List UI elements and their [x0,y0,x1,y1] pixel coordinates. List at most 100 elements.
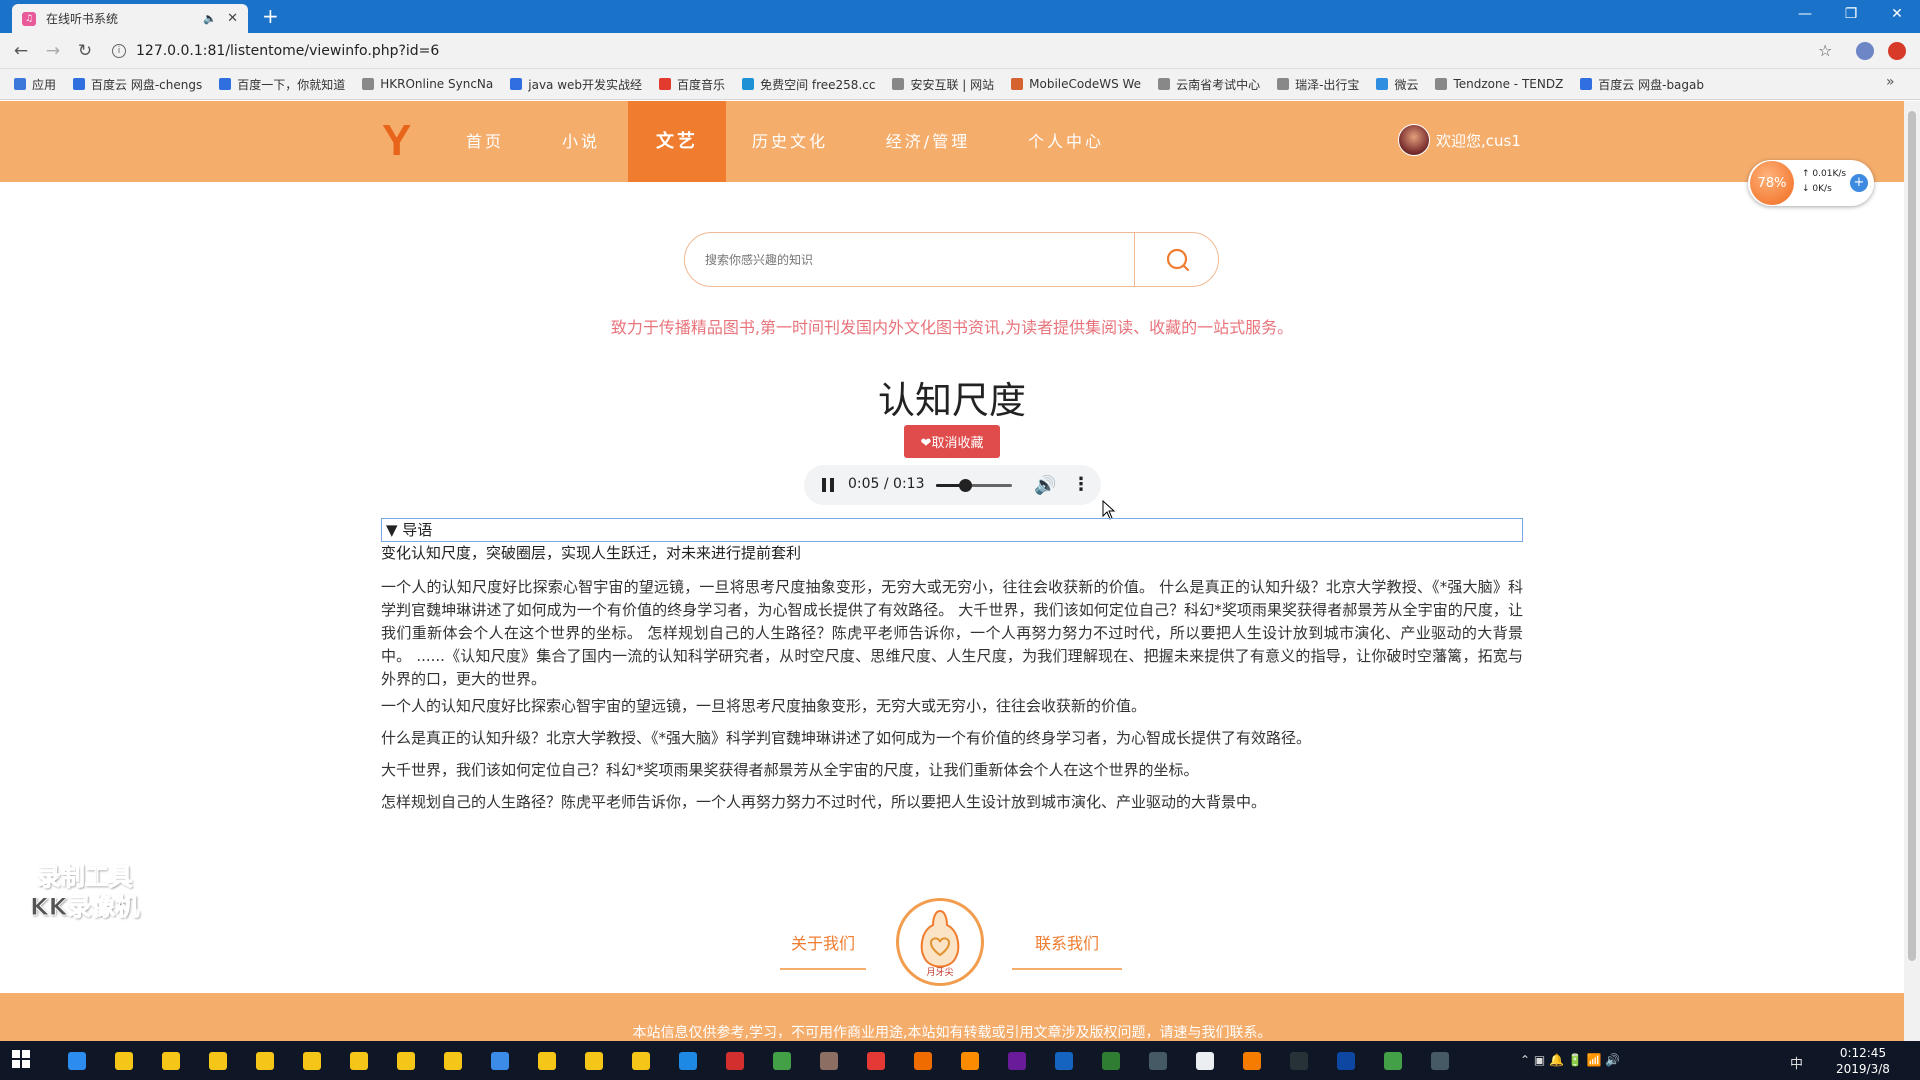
bookmark-item[interactable]: 百度音乐 [659,76,725,93]
nav-home[interactable]: 首页 [456,101,514,182]
site-info-icon[interactable]: i [112,44,126,58]
bookmark-item[interactable]: 百度云 网盘-bagab [1580,76,1704,93]
taskbar-app-icon[interactable] [718,1044,752,1077]
back-icon[interactable]: ← [10,41,32,61]
site-slogan: 致力于传播精品图书,第一时间刊发国内外文化图书资讯,为读者提供集阅读、收藏的一站… [610,318,1294,337]
nav-literature[interactable]: 文艺 [628,101,726,182]
tab-audio-icon[interactable]: 🔈 [203,12,217,25]
app-icon [820,1051,838,1070]
taskbar-app-icon[interactable] [201,1044,235,1077]
contact-us-link[interactable]: 联系我们 [1012,930,1122,970]
bookmark-item[interactable]: HKROnline SyncNa [362,77,493,91]
intro-summary-toggle[interactable]: ▼ 导语 [381,518,1523,542]
bookmark-item[interactable]: MobileCodeWS We [1011,77,1141,91]
nav-economy-management[interactable]: 经济/管理 [876,101,980,182]
taskbar-app-icon[interactable] [295,1044,329,1077]
bookmark-item[interactable]: java web开发实战经 [510,76,642,93]
taskbar-app-icon[interactable] [1000,1044,1034,1077]
restore-icon[interactable]: ❐ [1836,6,1866,22]
taskbar-app-icon[interactable] [1141,1044,1175,1077]
windows-start-icon[interactable] [12,1050,30,1068]
app-icon [115,1051,133,1070]
close-window-icon[interactable]: ✕ [1882,6,1912,22]
bookmark-item[interactable]: 瑞泽-出行宝 [1277,76,1359,93]
bookmark-item[interactable]: 云南省考试中心 [1158,76,1260,93]
speed-plus-icon[interactable]: + [1850,174,1868,192]
taskbar-app-icon[interactable] [577,1044,611,1077]
footer-logo: 月牙尖 [896,898,984,986]
search-input[interactable] [685,233,1134,286]
taskbar-app-icon[interactable] [906,1044,940,1077]
app-icon [961,1051,979,1070]
ime-indicator[interactable]: 中 [1790,1053,1803,1072]
user-welcome[interactable]: 欢迎您,cus1 [1398,124,1521,156]
search-button[interactable] [1134,233,1218,286]
app-icon [397,1051,415,1070]
unfavorite-button[interactable]: ❤取消收藏 [904,425,1000,458]
bookmark-item[interactable]: 应用 [14,76,56,93]
page-scrollbar[interactable] [1904,101,1920,1056]
url-text: 127.0.0.1:81/listentome/viewinfo.php?id=… [136,43,440,59]
site-favicon-icon: ♫ [22,11,36,26]
taskbar-app-icon[interactable] [436,1044,470,1077]
network-speed-widget[interactable]: 78% ↑ 0.01K/s ↓ 0K/s + [1748,160,1874,206]
reload-icon[interactable]: ↻ [74,41,96,61]
minimize-icon[interactable]: — [1790,6,1820,22]
taskbar-app-icon[interactable] [1376,1044,1410,1077]
extension-icon[interactable] [1856,42,1874,60]
taskbar-app-icon[interactable] [671,1044,705,1077]
taskbar-app-icon[interactable] [1423,1044,1457,1077]
taskbar-app-icon[interactable] [60,1044,94,1077]
search-icon [1166,248,1189,271]
tray-icons[interactable]: ⌃ ▣ 🔔 🔋 📶 🔊 [1520,1053,1620,1067]
audio-progress-knob[interactable] [958,479,972,492]
taskbar-app-icon[interactable] [1329,1044,1363,1077]
bookmark-star-icon[interactable]: ☆ [1818,41,1832,60]
taskbar-app-icon[interactable] [812,1044,846,1077]
scrollbar-thumb[interactable] [1908,111,1916,961]
tab-close-icon[interactable]: ✕ [227,11,238,26]
taskbar-app-icon[interactable] [107,1044,141,1077]
taskbar-app-icon[interactable] [389,1044,423,1077]
more-options-icon[interactable]: ⋮ [1072,474,1090,495]
taskbar-app-icon[interactable] [1235,1044,1269,1077]
taskbar-app-icon[interactable] [342,1044,376,1077]
app-icon [1431,1051,1449,1070]
taskbar-app-icon[interactable] [483,1044,517,1077]
audio-progress-slider[interactable] [936,479,1012,492]
taskbar-app-icon[interactable] [1094,1044,1128,1077]
volume-icon[interactable]: 🔊 [1034,475,1056,496]
nav-history-culture[interactable]: 历史文化 [742,101,838,182]
audio-time: 0:05 / 0:13 [848,476,925,492]
bookmark-item[interactable]: Tendzone - TENDZ [1435,77,1563,91]
bookmarks-more-icon[interactable]: » [1886,74,1895,90]
book-description: 一个人的认知尺度好比探索心智宇宙的望远镜，一旦将思考尺度抽象变形，无穷大或无穷小… [381,578,1523,688]
new-tab-button[interactable]: + [262,4,279,28]
taskbar-app-icon[interactable] [1188,1044,1222,1077]
taskbar-app-icon[interactable] [248,1044,282,1077]
bookmark-item[interactable]: 安安互联 | 网站 [892,76,994,93]
taskbar-app-icon[interactable] [530,1044,564,1077]
taskbar-app-icon[interactable] [1282,1044,1316,1077]
taskbar-app-icon[interactable] [859,1044,893,1077]
bookmark-item[interactable]: 免费空间 free258.cc [742,76,875,93]
nav-novel[interactable]: 小说 [550,101,612,182]
taskbar-app-icon[interactable] [765,1044,799,1077]
browser-tab[interactable]: ♫ 在线听书系统 🔈 ✕ [12,4,248,33]
taskbar-app-icon[interactable] [953,1044,987,1077]
about-us-link[interactable]: 关于我们 [780,930,866,970]
taskbar-app-icon[interactable] [624,1044,658,1077]
taskbar-app-icon[interactable] [154,1044,188,1077]
taskbar-app-icon[interactable] [1047,1044,1081,1077]
bookmark-label: 应用 [32,77,57,92]
nav-personal-center[interactable]: 个人中心 [1018,101,1114,182]
taskbar-clock[interactable]: 0:12:45 2019/3/8 [1836,1045,1890,1077]
extension-icon[interactable] [1888,42,1906,60]
bookmark-item[interactable]: 百度云 网盘-chengs [73,76,202,93]
bookmark-item[interactable]: 微云 [1376,76,1418,93]
site-logo[interactable]: Y [382,116,411,166]
pause-icon[interactable] [822,478,836,492]
forward-icon[interactable]: → [42,41,64,61]
url-field[interactable]: i 127.0.0.1:81/listentome/viewinfo.php?i… [112,37,1812,65]
bookmark-item[interactable]: 百度一下，你就知道 [219,76,345,93]
